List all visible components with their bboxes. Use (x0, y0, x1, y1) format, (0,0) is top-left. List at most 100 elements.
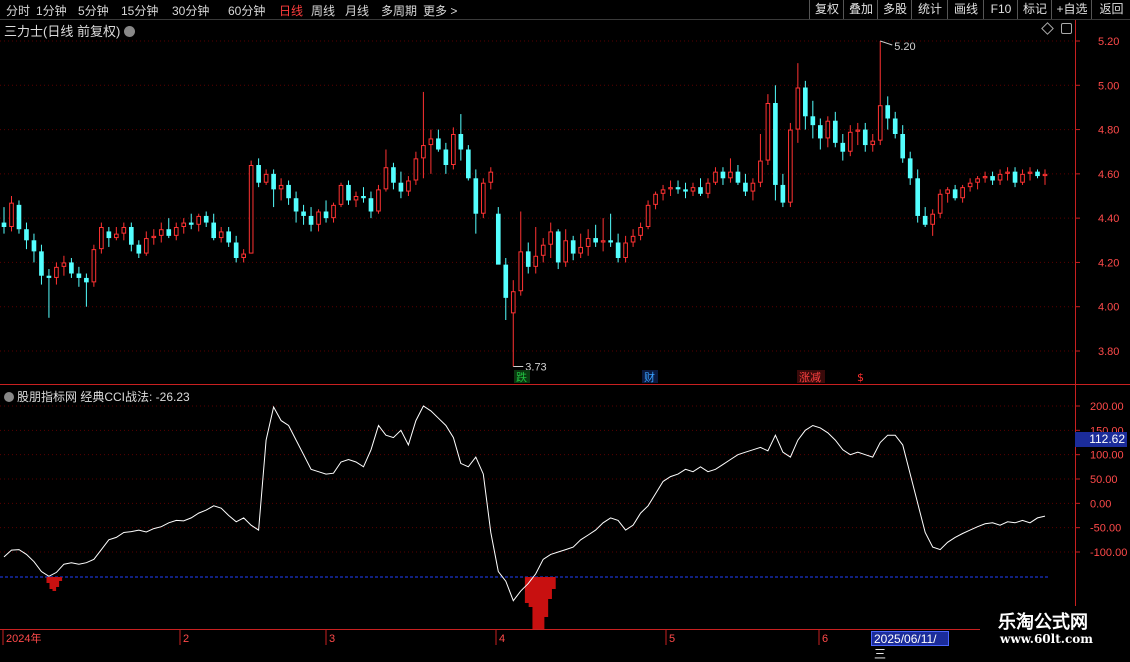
candle-body (630, 235, 636, 243)
candle-body (855, 129, 861, 132)
candle-body (728, 171, 733, 179)
candle-body (525, 251, 531, 267)
chevron-down-icon[interactable] (4, 392, 14, 402)
candle-body (967, 182, 973, 188)
window-toggle-icon[interactable] (1061, 23, 1072, 34)
candle-body (46, 275, 52, 278)
candle-body (278, 184, 284, 190)
time-axis-label: 6 (822, 633, 828, 645)
candle-body (99, 227, 104, 250)
candle-body (982, 176, 988, 179)
high-marker-label: 5.20 (894, 41, 915, 53)
candle-body (765, 103, 771, 161)
candle-body (735, 171, 741, 183)
candle-body (421, 145, 426, 159)
event-tag-label: 财 (644, 370, 655, 384)
candle-body (136, 244, 142, 254)
high-marker-line (880, 40, 893, 46)
price-tick-label: 4.60 (1098, 169, 1119, 181)
candle-body (743, 182, 748, 192)
candle-body (975, 178, 980, 183)
candle-body (555, 231, 561, 263)
candle-body (256, 165, 261, 183)
price-tick-label: 4.80 (1098, 125, 1119, 137)
candle-body (24, 229, 29, 241)
cci-signal-bar (532, 577, 537, 629)
candle-body (653, 193, 658, 205)
candle-body (540, 244, 546, 256)
cci-signal-bar (524, 577, 530, 603)
cci-tick-label: 200.00 (1090, 401, 1124, 413)
candle-body (847, 131, 853, 152)
candle-body (406, 180, 411, 192)
candle-body (301, 211, 306, 216)
chevron-down-icon[interactable] (124, 26, 136, 37)
cci-signal-bar (551, 577, 556, 589)
candle-body (1012, 171, 1018, 183)
candle-body (151, 235, 157, 239)
kline-chart-area[interactable]: 5.205.004.804.604.404.204.003.805.203.73… (0, 0, 1130, 650)
crosshair-date-label: 2025/06/11/三 (871, 631, 949, 661)
candle-body (750, 182, 756, 192)
cci-tick-label: -50.00 (1090, 523, 1121, 535)
candle-body (840, 142, 846, 152)
candle-body (196, 215, 202, 225)
candle-body (338, 184, 344, 205)
candle-body (862, 129, 868, 146)
candle-body (570, 240, 576, 254)
candle-body (937, 193, 943, 214)
candle-body (877, 105, 883, 141)
candle-body (960, 187, 965, 199)
candle-body (758, 160, 763, 183)
candle-body (114, 233, 119, 239)
time-axis-label: 5 (669, 633, 675, 645)
candle-body (158, 229, 164, 236)
candle-body (54, 266, 59, 278)
candle-body (952, 189, 958, 199)
candle-body (690, 187, 696, 192)
candle-body (660, 189, 666, 194)
candle-body (361, 196, 366, 199)
candle-body (61, 262, 67, 267)
candle-body (675, 187, 681, 190)
candle-body (780, 184, 786, 203)
candle-body (91, 249, 97, 283)
indicator-title: 股朋指标网 经典CCI战法: -26.23 (17, 390, 190, 404)
indicator-title-bar: 股朋指标网 经典CCI战法: -26.23 (4, 388, 190, 405)
candle-body (930, 213, 935, 225)
candle-body (376, 189, 381, 212)
candle-body (106, 231, 112, 239)
cci-signal-bar (540, 577, 545, 629)
candle-body (346, 184, 351, 201)
cci-tick-label: 50.00 (1090, 474, 1118, 486)
price-tick-label: 4.00 (1098, 302, 1119, 314)
candle-body (788, 129, 793, 203)
candle-body (578, 246, 583, 254)
candle-body (803, 87, 808, 117)
candle-body (473, 178, 479, 214)
price-tick-label: 4.20 (1098, 257, 1119, 269)
candle-body (368, 198, 374, 212)
candle-body (480, 182, 486, 214)
candle-body (915, 178, 921, 216)
crosshair-value-label: 112.62 (1075, 432, 1127, 447)
candle-body (698, 187, 703, 194)
event-tag-label: $ (857, 371, 864, 384)
price-tick-label: 3.80 (1098, 346, 1119, 358)
candle-body (713, 171, 718, 183)
candle-body (128, 227, 134, 245)
candle-body (608, 240, 613, 243)
candle-body (818, 125, 823, 139)
candle-body (398, 182, 404, 192)
cci-tick-label: -100.00 (1090, 547, 1127, 559)
candle-body (683, 189, 688, 192)
event-tag-label: 涨减 (799, 371, 821, 384)
candle-body (638, 227, 643, 236)
candle-body (510, 291, 516, 314)
candle-body (825, 120, 831, 139)
candle-body (436, 138, 441, 150)
candle-body (1005, 171, 1010, 174)
main-chart-title: 三力士(日线 前复权) (4, 21, 136, 40)
candle-body (945, 189, 950, 194)
price-tick-label: 5.00 (1098, 80, 1119, 92)
